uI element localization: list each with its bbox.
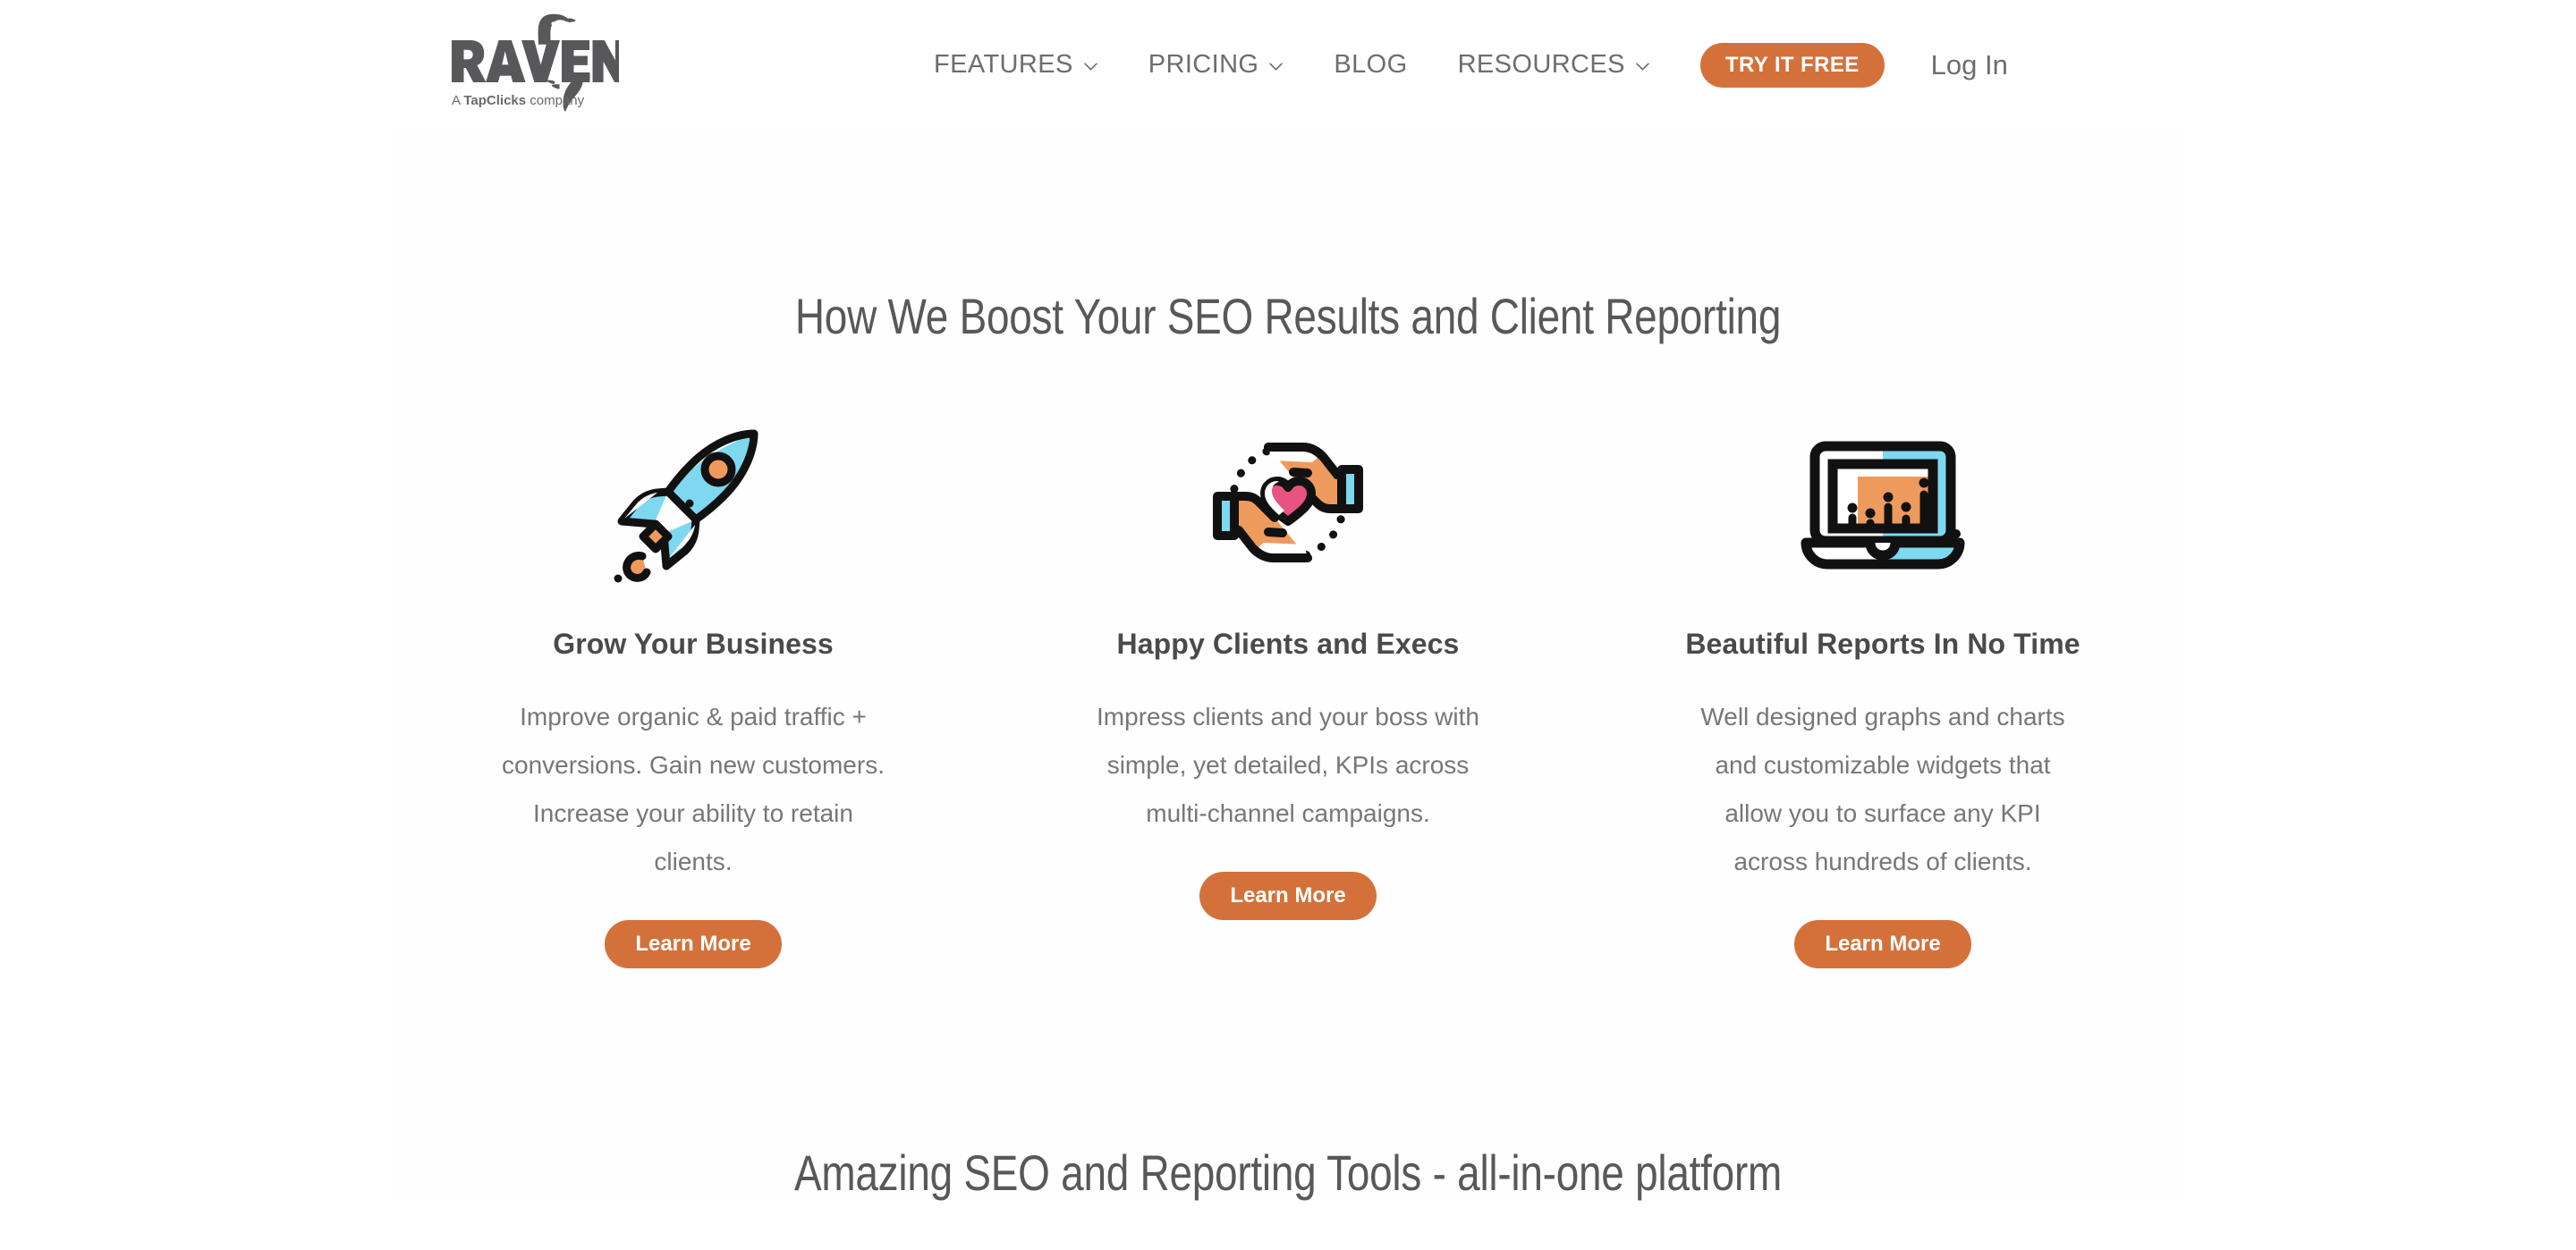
site-canvas: A TapClicks company FEATURES PRICING BLO… <box>394 0 2182 1250</box>
feature-card-title: Beautiful Reports In No Time <box>1685 628 2080 660</box>
feature-card-title: Happy Clients and Execs <box>1116 628 1460 660</box>
hands-heart-icon <box>1190 413 1386 592</box>
learn-more-button-grow-your-business[interactable]: Learn More <box>605 920 782 968</box>
laptop-chart-icon <box>1784 413 1981 592</box>
feature-card-body: Improve organic & paid traffic + convers… <box>502 703 885 875</box>
feature-card-beautiful-reports-in-no-time: Beautiful Reports In No Time Well design… <box>1668 413 2097 968</box>
nav-item-pricing[interactable]: PRICING <box>1148 45 1284 85</box>
raven-logo[interactable]: A TapClicks company <box>449 11 619 116</box>
nav-item-pricing-label: PRICING <box>1148 50 1259 79</box>
feature-card-grow-your-business: Grow Your Business Improve organic & pai… <box>479 413 908 968</box>
feature-card-body: Well designed graphs and charts and cust… <box>1700 703 2065 875</box>
main-navigation: FEATURES PRICING BLOG RESOURCES TRY IT F… <box>934 0 2008 130</box>
log-in-link[interactable]: Log In <box>1931 49 2008 81</box>
site-header: A TapClicks company FEATURES PRICING BLO… <box>394 0 2182 130</box>
tools-section-heading: Amazing SEO and Reporting Tools - all-in… <box>793 1144 1783 1201</box>
page-root: A TapClicks company FEATURES PRICING BLO… <box>0 0 2576 1250</box>
nav-item-features[interactable]: FEATURES <box>934 45 1098 85</box>
feature-card-happy-clients-and-execs: Happy Clients and Execs Impress clients … <box>1073 413 1503 920</box>
nav-item-blog-label: BLOG <box>1334 50 1408 79</box>
raven-logo-icon: A TapClicks company <box>452 13 619 112</box>
features-section: How We Boost Your SEO Results and Client… <box>394 130 2182 968</box>
feature-cards: Grow Your Business Improve organic & pai… <box>394 413 2182 968</box>
logo-tagline: A TapClicks company <box>452 93 585 108</box>
learn-more-button-happy-clients-and-execs[interactable]: Learn More <box>1199 872 1377 920</box>
rocket-icon <box>595 413 792 592</box>
learn-more-button-beautiful-reports-in-no-time[interactable]: Learn More <box>1794 920 1971 968</box>
nav-item-resources-label: RESOURCES <box>1457 50 1625 79</box>
nav-item-features-label: FEATURES <box>934 50 1073 79</box>
nav-item-resources[interactable]: RESOURCES <box>1458 45 1650 85</box>
try-it-free-button[interactable]: TRY IT FREE <box>1699 42 1885 88</box>
nav-item-blog[interactable]: BLOG <box>1334 45 1407 85</box>
feature-card-body: Impress clients and your boss with simpl… <box>1097 703 1479 827</box>
feature-card-title: Grow Your Business <box>553 628 834 660</box>
chevron-down-icon <box>1268 59 1284 74</box>
tools-section: Amazing SEO and Reporting Tools - all-in… <box>394 968 2182 1202</box>
chevron-down-icon <box>1083 59 1098 74</box>
chevron-down-icon <box>1635 59 1650 74</box>
features-section-heading: How We Boost Your SEO Results and Client… <box>794 288 1782 344</box>
features-heading-wrap: How We Boost Your SEO Results and Client… <box>394 130 2182 345</box>
